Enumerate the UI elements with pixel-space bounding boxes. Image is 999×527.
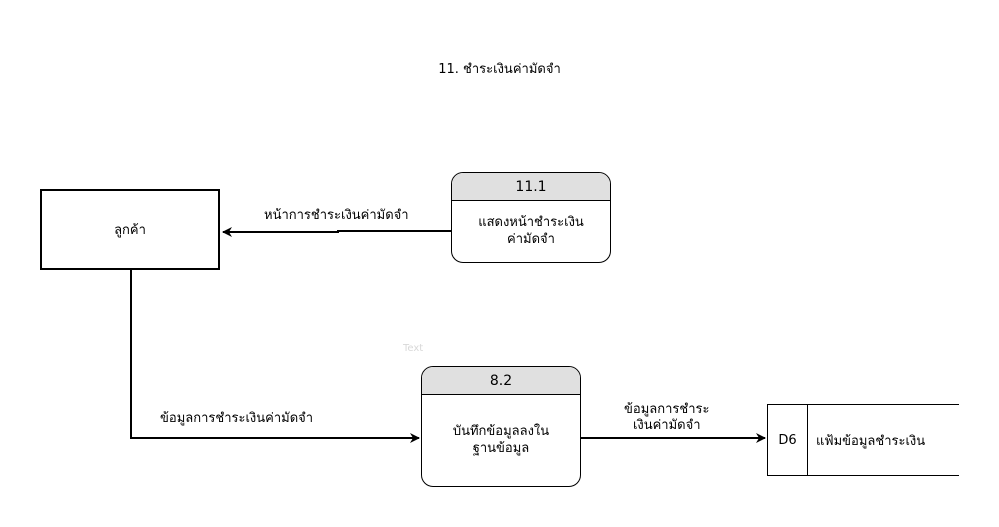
flow-label-save-to-datastore: ข้อมูลการชำระ เงินค่ามัดจำ — [624, 402, 710, 434]
diagram-title: 11. ชำระเงินค่ามัดจำ — [438, 62, 561, 77]
placeholder-text: Text — [403, 343, 424, 354]
process-name: แสดงหน้าชำระเงิน ค่ามัดจำ — [478, 215, 584, 247]
datastore-name: แฟ้มข้อมูลชำระเงิน — [816, 433, 926, 449]
datastore-id: D6 — [768, 405, 808, 475]
flow-label-display-to-customer: หน้าการชำระเงินค่ามัดจำ — [264, 208, 409, 224]
external-entity-customer[interactable]: ลูกค้า — [40, 189, 220, 270]
process-display-payment-page[interactable]: 11.1 แสดงหน้าชำระเงิน ค่ามัดจำ — [451, 172, 611, 263]
process-name: บันทึกข้อมูลลงใน ฐานข้อมูล — [452, 424, 550, 456]
process-id: 11.1 — [452, 173, 610, 201]
flow-label-customer-to-save: ข้อมูลการชำระเงินค่ามัดจำ — [160, 411, 314, 427]
process-save-to-database[interactable]: 8.2 บันทึกข้อมูลลงใน ฐานข้อมูล — [421, 366, 581, 487]
datastore-payment-file[interactable]: D6 แฟ้มข้อมูลชำระเงิน — [767, 404, 959, 476]
process-id: 8.2 — [422, 367, 580, 395]
flow-line-display-to-customer — [222, 227, 451, 237]
entity-label: ลูกค้า — [114, 223, 146, 238]
